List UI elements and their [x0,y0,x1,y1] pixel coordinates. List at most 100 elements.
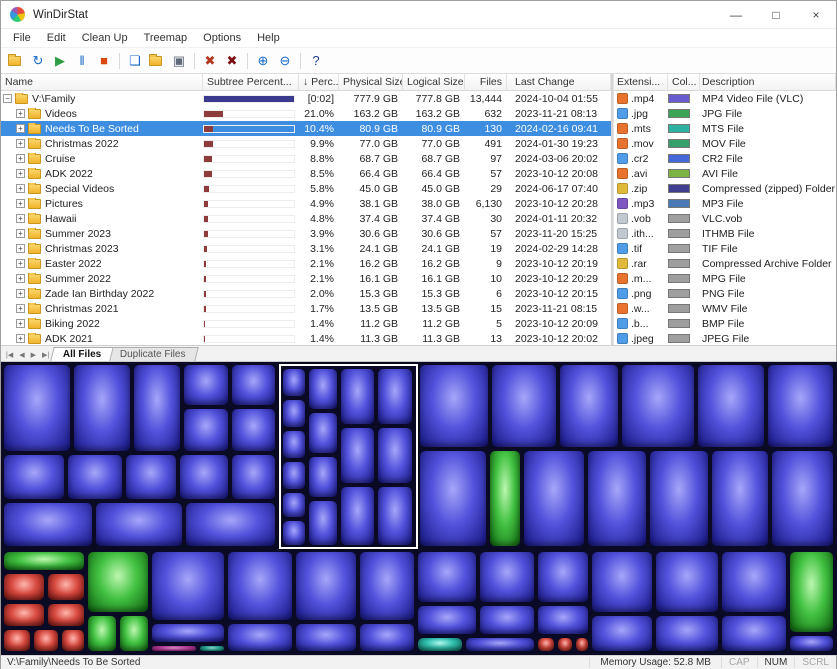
open-console-button[interactable]: ▣ [168,51,190,71]
treemap-cell[interactable] [152,552,224,620]
treemap-cell[interactable] [232,365,275,405]
treemap-cell[interactable] [772,451,833,546]
file-row[interactable]: +Videos21.0%163.2 GB163.2 GB6322023-11-2… [1,106,611,121]
treemap-cell[interactable] [184,409,228,451]
extension-row[interactable]: .rarCompressed Archive Folder [614,256,836,271]
file-row[interactable]: +Summer 20233.9%30.6 GB30.6 GB572023-11-… [1,226,611,241]
file-row[interactable]: +Needs To Be Sorted10.4%80.9 GB80.9 GB13… [1,121,611,136]
open-button[interactable] [5,51,27,71]
reload-button[interactable]: ↻ [27,51,49,71]
treemap-cell[interactable] [4,552,84,570]
tab-nav-button[interactable]: |◀ [3,351,16,361]
treemap-cell[interactable] [88,552,148,612]
treemap-cell[interactable] [4,455,64,499]
treemap-cell[interactable] [134,365,180,451]
expander-icon[interactable]: + [16,124,25,133]
treemap-cell[interactable] [186,503,275,546]
file-row[interactable]: +Hawaii4.8%37.4 GB37.4 GB302024-01-11 20… [1,211,611,226]
tab-all-files[interactable]: All Files [50,347,114,361]
menu-item-treemap[interactable]: Treemap [136,30,196,46]
treemap-cell[interactable] [466,638,534,651]
copy-path-button[interactable]: ❏ [124,51,146,71]
treemap-cell[interactable] [4,604,44,626]
expander-icon[interactable]: + [16,154,25,163]
treemap-cell[interactable] [120,616,148,651]
treemap-cell[interactable] [480,606,534,634]
treemap-cell[interactable] [232,455,275,499]
treemap-cell[interactable] [74,365,130,451]
treemap-cell[interactable] [420,451,486,546]
column-header-name[interactable]: Name [1,74,203,90]
treemap-cell[interactable] [418,606,476,634]
treemap-cell[interactable] [698,365,764,447]
treemap-cell[interactable] [152,646,196,651]
extension-row[interactable]: .w...WMV File [614,301,836,316]
expander-icon[interactable]: + [16,229,25,238]
column-header-files[interactable]: Files [465,74,507,90]
file-row[interactable]: +ADK 20211.4%11.3 GB11.3 GB132023-10-12 … [1,331,611,345]
treemap-cell[interactable] [588,451,646,546]
treemap-cell[interactable] [722,552,786,612]
treemap-cell[interactable] [88,616,116,651]
treemap-cell[interactable] [650,451,708,546]
expander-icon[interactable]: + [16,334,25,343]
file-row[interactable]: +Special Videos5.8%45.0 GB45.0 GB292024-… [1,181,611,196]
treemap-cell[interactable] [420,365,488,447]
tab-duplicate-files[interactable]: Duplicate Files [107,347,198,361]
treemap-cell[interactable] [480,552,534,602]
treemap-cell[interactable] [492,365,556,447]
pause-scan-button[interactable]: ‖ [71,51,93,71]
treemap-cell[interactable] [200,646,224,651]
menu-item-edit[interactable]: Edit [39,30,74,46]
expander-icon[interactable]: + [16,319,25,328]
treemap-cell[interactable] [622,365,694,447]
treemap-cell[interactable] [418,552,476,602]
column-header-perc[interactable]: ↓ Perc... [299,74,339,90]
treemap-cell[interactable] [576,638,588,651]
delete-recycle-button[interactable]: ✖ [199,51,221,71]
treemap-cell[interactable] [560,365,618,447]
expander-icon[interactable]: + [16,214,25,223]
expander-icon[interactable]: + [16,199,25,208]
file-row[interactable]: −V:\Family[0:02]777.9 GB777.8 GB13,44420… [1,91,611,106]
treemap-cell[interactable] [538,638,554,651]
zoom-out-button[interactable]: ⊖ [274,51,296,71]
treemap-cell[interactable] [62,630,84,651]
treemap-cell[interactable] [790,552,833,632]
treemap[interactable] [1,362,837,655]
treemap-cell[interactable] [126,455,176,499]
column-header-description[interactable]: Description [700,74,836,90]
column-header-extensi[interactable]: Extensi... [614,74,668,90]
treemap-cell[interactable] [656,616,718,651]
menu-item-clean-up[interactable]: Clean Up [74,30,136,46]
extension-row[interactable]: .aviAVI File [614,166,836,181]
maximize-button[interactable]: □ [756,1,796,29]
treemap-cell[interactable] [4,365,70,451]
treemap-cell[interactable] [558,638,572,651]
treemap-cell[interactable] [4,574,44,600]
extension-row[interactable]: .pngPNG File [614,286,836,301]
treemap-cell[interactable] [232,409,275,451]
column-header-logical-size[interactable]: Logical Size [403,74,465,90]
treemap-cell[interactable] [360,552,414,620]
expander-icon[interactable]: + [16,169,25,178]
extension-row[interactable]: .movMOV File [614,136,836,151]
extension-row[interactable]: .vobVLC.vob [614,211,836,226]
extension-row[interactable]: .tifTIF File [614,241,836,256]
treemap-cell[interactable] [4,630,30,651]
treemap-cell[interactable] [34,630,58,651]
stop-scan-button[interactable]: ■ [93,51,115,71]
file-row[interactable]: +Biking 20221.4%11.2 GB11.2 GB52023-10-1… [1,316,611,331]
expander-icon[interactable]: + [16,259,25,268]
treemap-cell[interactable] [4,503,92,546]
minimize-button[interactable]: — [716,1,756,29]
tab-nav-button[interactable]: ◀ [16,351,27,361]
extension-row[interactable]: .m...MPG File [614,271,836,286]
menu-item-options[interactable]: Options [195,30,249,46]
expander-icon[interactable]: + [16,244,25,253]
extension-row[interactable]: .jpegJPEG File [614,331,836,345]
column-header-physical-size[interactable]: Physical Size [339,74,403,90]
expander-icon[interactable]: + [16,139,25,148]
file-row[interactable]: +ADK 20228.5%66.4 GB66.4 GB572023-10-12 … [1,166,611,181]
extension-row[interactable]: .zipCompressed (zipped) Folder [614,181,836,196]
